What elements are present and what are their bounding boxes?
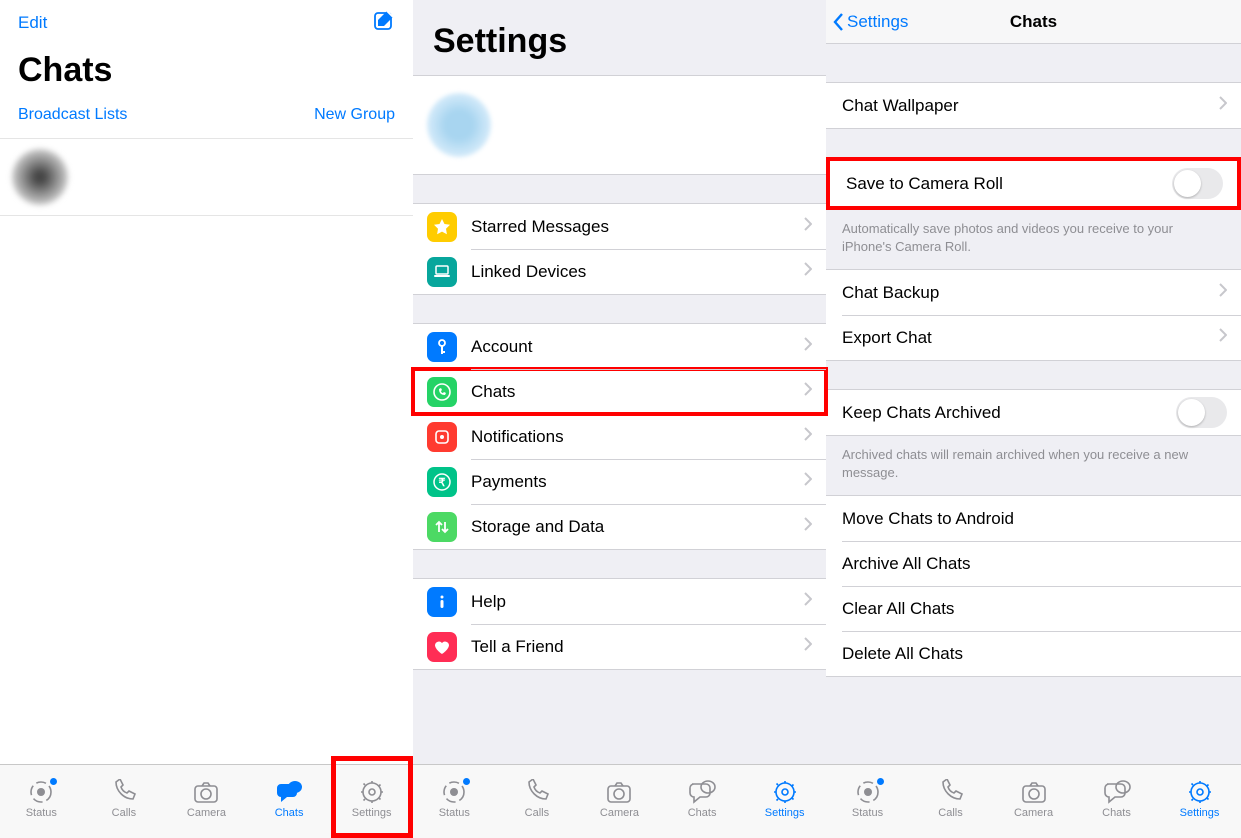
note-save-camera-roll: Automatically save photos and videos you… <box>826 214 1241 269</box>
tab-camera[interactable]: Camera <box>583 779 655 819</box>
row-linked-devices[interactable]: Linked Devices <box>413 249 826 294</box>
new-group-link[interactable]: New Group <box>314 106 395 124</box>
chevron-right-icon <box>804 427 812 446</box>
chevron-right-icon <box>804 337 812 356</box>
row-chats[interactable]: Chats <box>413 369 826 414</box>
edit-button[interactable]: Edit <box>18 13 47 33</box>
screen-settings: Settings Starred Messages Linked Devices… <box>413 0 826 838</box>
chevron-right-icon <box>804 637 812 656</box>
tab-calls[interactable]: Calls <box>88 779 160 819</box>
toggle-save-camera-roll[interactable] <box>1172 168 1223 199</box>
avatar <box>427 93 491 157</box>
row-clear-all[interactable]: Clear All Chats <box>826 586 1241 631</box>
tab-settings[interactable]: Settings <box>749 779 821 819</box>
chevron-right-icon <box>1219 328 1227 347</box>
tab-calls[interactable]: Calls <box>501 779 573 819</box>
tab-status[interactable]: Status <box>5 779 77 819</box>
heart-icon <box>427 632 457 662</box>
screen-chats-settings: Settings Chats Chat Wallpaper Save to Ca… <box>826 0 1241 838</box>
row-help[interactable]: Help <box>413 579 826 624</box>
tab-calls[interactable]: Calls <box>915 779 987 819</box>
tabbar: Status Calls Camera Chats Settings <box>826 764 1241 838</box>
chevron-right-icon <box>1219 283 1227 302</box>
chevron-right-icon <box>1219 96 1227 115</box>
tab-settings[interactable]: Settings <box>1164 779 1236 819</box>
toggle-keep-archived[interactable] <box>1176 397 1227 428</box>
row-notifications[interactable]: Notifications <box>413 414 826 459</box>
profile-row[interactable] <box>413 75 826 175</box>
row-chat-wallpaper[interactable]: Chat Wallpaper <box>826 83 1241 128</box>
row-starred-messages[interactable]: Starred Messages <box>413 204 826 249</box>
row-account[interactable]: Account <box>413 324 826 369</box>
tab-chats[interactable]: Chats <box>666 779 738 819</box>
chevron-right-icon <box>804 262 812 281</box>
row-tell-friend[interactable]: Tell a Friend <box>413 624 826 669</box>
row-move-android[interactable]: Move Chats to Android <box>826 496 1241 541</box>
row-chat-backup[interactable]: Chat Backup <box>826 270 1241 315</box>
avatar <box>12 149 68 205</box>
row-keep-archived[interactable]: Keep Chats Archived <box>826 390 1241 435</box>
row-payments[interactable]: Payments <box>413 459 826 504</box>
tab-chats[interactable]: Chats <box>253 779 325 819</box>
row-save-camera-roll[interactable]: Save to Camera Roll <box>830 161 1237 206</box>
tabbar: Status Calls Camera Chats Settings <box>0 764 413 838</box>
broadcast-lists-link[interactable]: Broadcast Lists <box>18 106 127 124</box>
laptop-icon <box>427 257 457 287</box>
data-arrows-icon <box>427 512 457 542</box>
chat-preview-blurred <box>82 157 401 197</box>
screen-chats-list: Edit Chats Broadcast Lists New Group Sta… <box>0 0 413 838</box>
rupee-icon <box>427 467 457 497</box>
key-icon <box>427 332 457 362</box>
info-icon <box>427 587 457 617</box>
tabbar: Status Calls Camera Chats Settings <box>413 764 826 838</box>
row-export-chat[interactable]: Export Chat <box>826 315 1241 360</box>
star-icon <box>427 212 457 242</box>
back-button[interactable]: Settings <box>832 12 908 32</box>
page-title: Chats <box>1010 12 1057 32</box>
tab-status[interactable]: Status <box>832 779 904 819</box>
compose-icon[interactable] <box>373 9 395 36</box>
row-archive-all[interactable]: Archive All Chats <box>826 541 1241 586</box>
chat-row[interactable] <box>0 138 413 216</box>
chevron-left-icon <box>832 12 844 32</box>
notifications-icon <box>427 422 457 452</box>
highlight-save-camera-roll: Save to Camera Roll <box>826 157 1241 210</box>
tab-camera[interactable]: Camera <box>998 779 1070 819</box>
whatsapp-icon <box>427 377 457 407</box>
tab-chats[interactable]: Chats <box>1081 779 1153 819</box>
note-keep-archived: Archived chats will remain archived when… <box>826 440 1241 495</box>
chevron-right-icon <box>804 217 812 236</box>
chevron-right-icon <box>804 472 812 491</box>
page-title: Settings <box>413 0 826 75</box>
tab-status[interactable]: Status <box>418 779 490 819</box>
tab-camera[interactable]: Camera <box>170 779 242 819</box>
chevron-right-icon <box>804 517 812 536</box>
row-storage-data[interactable]: Storage and Data <box>413 504 826 549</box>
chevron-right-icon <box>804 382 812 401</box>
page-title: Chats <box>0 45 413 100</box>
row-delete-all[interactable]: Delete All Chats <box>826 631 1241 676</box>
tab-settings[interactable]: Settings <box>336 779 408 819</box>
navbar: Settings Chats <box>826 0 1241 44</box>
chevron-right-icon <box>804 592 812 611</box>
